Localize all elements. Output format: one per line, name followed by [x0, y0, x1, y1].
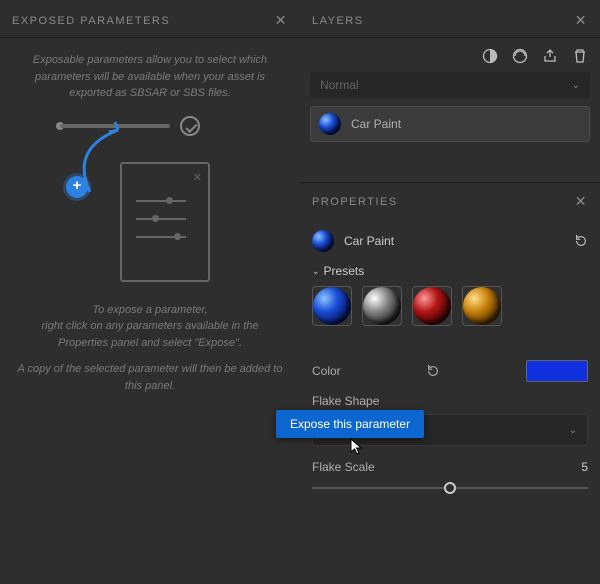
flake-scale-label: Flake Scale: [312, 460, 375, 474]
layers-title: LAYERS: [312, 15, 364, 27]
material-name: Car Paint: [344, 234, 394, 248]
trash-icon[interactable]: [572, 48, 588, 64]
presets-label: Presets: [324, 264, 365, 278]
plus-icon: +: [66, 176, 88, 198]
mask-icon[interactable]: [482, 48, 498, 64]
flake-scale-slider[interactable]: [312, 480, 588, 496]
check-icon: [180, 116, 200, 136]
layers-header: LAYERS ✕: [300, 4, 600, 38]
close-icon[interactable]: ✕: [275, 12, 288, 29]
presets-section-toggle[interactable]: ⌄ Presets: [312, 264, 588, 278]
blend-mode-select[interactable]: Normal ⌄: [310, 72, 590, 98]
preset-row: [312, 286, 588, 326]
expose-hint-3: A copy of the selected parameter will th…: [16, 361, 284, 394]
expose-illustration: + ✕: [30, 112, 270, 292]
close-icon[interactable]: ✕: [575, 193, 588, 210]
preset-grey[interactable]: [362, 286, 402, 326]
chevron-down-icon: ⌄: [569, 425, 577, 436]
exposed-parameters-body: Exposable parameters allow you to select…: [0, 38, 300, 418]
export-icon[interactable]: [542, 48, 558, 64]
preset-gold[interactable]: [462, 286, 502, 326]
reset-icon[interactable]: [426, 364, 440, 378]
color-swatch[interactable]: [526, 360, 588, 382]
layers-toolbar: [300, 38, 600, 72]
document-icon: ✕: [120, 162, 210, 282]
context-menu-expose[interactable]: Expose this parameter: [276, 410, 424, 438]
exposed-parameters-panel: EXPOSED PARAMETERS ✕ Exposable parameter…: [0, 0, 300, 584]
chevron-down-icon: ⌄: [312, 266, 320, 277]
expose-hint-2: right click on any parameters available …: [41, 320, 258, 349]
preset-blue[interactable]: [312, 286, 352, 326]
layer-thumbnail: [319, 113, 341, 135]
material-title-row: Car Paint: [312, 230, 588, 252]
exposed-parameters-title: EXPOSED PARAMETERS: [12, 15, 170, 27]
preset-red[interactable]: [412, 286, 452, 326]
right-panel: LAYERS ✕ Normal ⌄ Car Paint PROPERTIES ✕: [300, 0, 600, 584]
properties-title: PROPERTIES: [312, 196, 398, 208]
reset-icon[interactable]: [574, 234, 588, 248]
properties-panel: PROPERTIES ✕ Car Paint ⌄ Presets: [300, 182, 600, 508]
expose-hint-1: To expose a parameter,: [92, 304, 207, 316]
color-label: Color: [312, 364, 341, 378]
flake-shape-label: Flake Shape: [312, 394, 588, 408]
exposed-intro-text: Exposable parameters allow you to select…: [16, 52, 284, 102]
layer-item[interactable]: Car Paint: [310, 106, 590, 142]
layer-name: Car Paint: [351, 117, 401, 131]
material-thumbnail: [312, 230, 334, 252]
close-icon[interactable]: ✕: [575, 12, 588, 29]
exposed-parameters-header: EXPOSED PARAMETERS ✕: [0, 4, 300, 38]
chevron-down-icon: ⌄: [572, 80, 580, 91]
blend-mode-value: Normal: [320, 78, 359, 92]
flake-scale-value: 5: [581, 460, 588, 474]
properties-header: PROPERTIES ✕: [300, 183, 600, 220]
adjustment-icon[interactable]: [512, 48, 528, 64]
